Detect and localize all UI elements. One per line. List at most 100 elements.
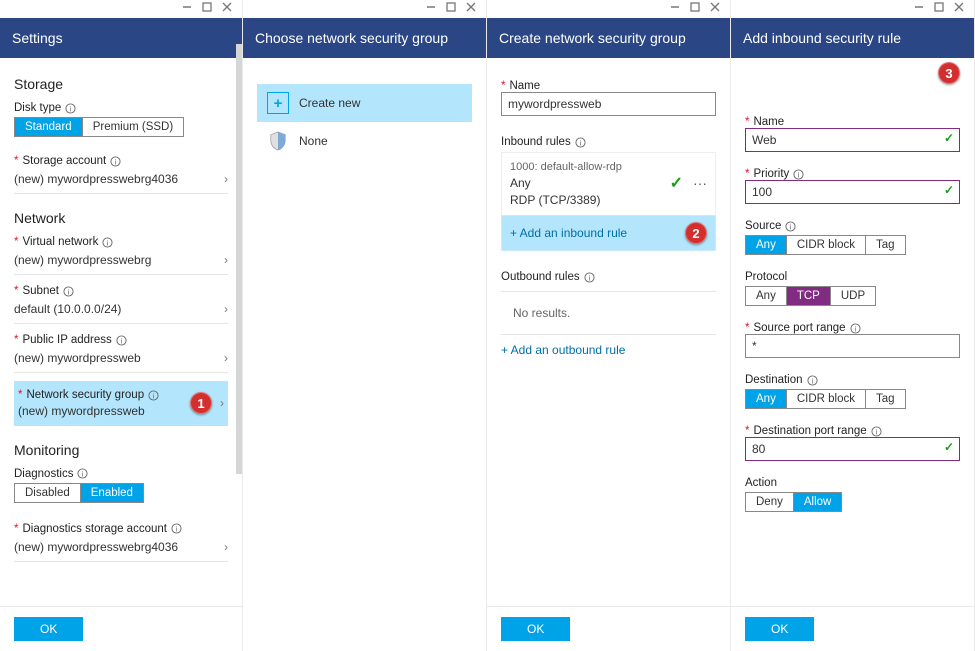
svg-text:i: i xyxy=(176,525,178,534)
source-any[interactable]: Any xyxy=(746,236,787,254)
action-deny[interactable]: Deny xyxy=(746,493,794,511)
rule-name-label: *Name xyxy=(745,116,960,128)
rule-name-input[interactable] xyxy=(745,128,960,152)
window-controls xyxy=(182,2,232,15)
destination-toggle[interactable]: Any CIDR block Tag xyxy=(745,389,906,409)
chevron-right-icon: › xyxy=(224,540,228,554)
check-icon: ✓ xyxy=(670,173,683,193)
action-toggle[interactable]: Deny Allow xyxy=(745,492,842,512)
choose-body: + Create new None xyxy=(243,58,486,651)
ok-button[interactable]: OK xyxy=(14,617,83,641)
more-icon[interactable]: ··· xyxy=(693,175,707,191)
ok-button[interactable]: OK xyxy=(745,617,814,641)
protocol-udp[interactable]: UDP xyxy=(831,287,875,305)
maximize-icon[interactable] xyxy=(934,2,944,15)
disk-type-standard[interactable]: Standard xyxy=(15,118,83,136)
info-icon[interactable]: i xyxy=(584,272,595,283)
info-icon[interactable]: i xyxy=(102,237,113,248)
destination-port-input[interactable] xyxy=(745,437,960,461)
divider xyxy=(501,334,716,335)
storage-header: Storage xyxy=(14,76,228,92)
info-icon[interactable]: i xyxy=(785,221,796,232)
info-icon[interactable]: i xyxy=(575,137,586,148)
svg-text:i: i xyxy=(811,376,813,385)
vnet-row[interactable]: (new) mywordpresswebrg› xyxy=(14,248,228,275)
svg-text:i: i xyxy=(790,222,792,231)
info-icon[interactable]: i xyxy=(148,390,159,401)
no-results: No results. xyxy=(501,300,716,326)
protocol-any[interactable]: Any xyxy=(746,287,787,305)
add-outbound-rule[interactable]: + Add an outbound rule xyxy=(501,343,716,357)
maximize-icon[interactable] xyxy=(446,2,456,15)
info-icon[interactable]: i xyxy=(171,523,182,534)
diag-storage-row[interactable]: (new) mywordpresswebrg4036› xyxy=(14,535,228,562)
close-icon[interactable] xyxy=(710,2,720,15)
svg-text:i: i xyxy=(854,324,856,333)
callout-badge-1: 1 xyxy=(190,392,212,414)
create-new-option[interactable]: + Create new xyxy=(257,84,472,122)
protocol-toggle[interactable]: Any TCP UDP xyxy=(745,286,876,306)
info-icon[interactable]: i xyxy=(77,468,88,479)
info-icon[interactable]: i xyxy=(850,323,861,334)
diagnostics-toggle[interactable]: Disabled Enabled xyxy=(14,483,144,503)
protocol-tcp[interactable]: TCP xyxy=(787,287,831,305)
pip-row[interactable]: (new) mywordpressweb› xyxy=(14,346,228,373)
ok-button[interactable]: OK xyxy=(501,617,570,641)
info-icon[interactable]: i xyxy=(65,103,76,114)
maximize-icon[interactable] xyxy=(202,2,212,15)
destination-cidr[interactable]: CIDR block xyxy=(787,390,866,408)
storage-account-row[interactable]: (new) mywordpresswebrg4036 › xyxy=(14,167,228,194)
diagnostics-enabled[interactable]: Enabled xyxy=(81,484,143,502)
action-allow[interactable]: Allow xyxy=(794,493,841,511)
storage-account-label: *Storage accounti xyxy=(14,155,228,167)
info-icon[interactable]: i xyxy=(63,286,74,297)
priority-input[interactable] xyxy=(745,180,960,204)
info-icon[interactable]: i xyxy=(116,335,127,346)
source-tag[interactable]: Tag xyxy=(866,236,905,254)
svg-text:i: i xyxy=(68,287,70,296)
info-icon[interactable]: i xyxy=(110,156,121,167)
svg-text:i: i xyxy=(120,336,122,345)
svg-text:i: i xyxy=(153,391,155,400)
window-controls xyxy=(426,2,476,15)
add-inbound-rule[interactable]: + Add an inbound rule 2 xyxy=(501,215,716,251)
chevron-right-icon: › xyxy=(224,253,228,267)
close-icon[interactable] xyxy=(222,2,232,15)
source-toggle[interactable]: Any CIDR block Tag xyxy=(745,235,906,255)
chevron-right-icon: › xyxy=(224,302,228,316)
subnet-row[interactable]: default (10.0.0.0/24)› xyxy=(14,297,228,324)
source-port-input[interactable] xyxy=(745,334,960,358)
shield-icon xyxy=(267,130,289,152)
nsg-row[interactable]: *Network security groupi (new) mywordpre… xyxy=(14,381,228,426)
source-cidr[interactable]: CIDR block xyxy=(787,236,866,254)
info-icon[interactable]: i xyxy=(807,375,818,386)
inbound-rule-card[interactable]: 1000: default-allow-rdp Any ✓ ··· RDP (T… xyxy=(501,152,716,215)
scrollbar[interactable] xyxy=(236,44,242,474)
diagnostics-disabled[interactable]: Disabled xyxy=(15,484,81,502)
callout-badge-2: 2 xyxy=(685,222,707,244)
info-icon[interactable]: i xyxy=(871,426,882,437)
close-icon[interactable] xyxy=(466,2,476,15)
disk-type-toggle[interactable]: Standard Premium (SSD) xyxy=(14,117,184,137)
blade-title: Add inbound security rule xyxy=(731,18,974,58)
rule-body: *Name *Priorityi Sourcei Any CIDR block … xyxy=(731,58,974,606)
subnet-label: *Subneti xyxy=(14,285,228,297)
info-icon[interactable]: i xyxy=(793,169,804,180)
maximize-icon[interactable] xyxy=(690,2,700,15)
disk-type-premium[interactable]: Premium (SSD) xyxy=(83,118,184,136)
svg-text:i: i xyxy=(798,170,800,179)
minimize-icon[interactable] xyxy=(914,2,924,15)
destination-tag[interactable]: Tag xyxy=(866,390,905,408)
nsg-name-input[interactable] xyxy=(501,92,716,116)
vnet-label: *Virtual networki xyxy=(14,236,228,248)
close-icon[interactable] xyxy=(954,2,964,15)
svg-text:i: i xyxy=(107,238,109,247)
minimize-icon[interactable] xyxy=(670,2,680,15)
chevron-right-icon: › xyxy=(224,351,228,365)
none-option[interactable]: None xyxy=(257,122,472,160)
window-controls xyxy=(914,2,964,15)
diagnostics-label: Diagnosticsi xyxy=(14,468,228,480)
destination-any[interactable]: Any xyxy=(746,390,787,408)
minimize-icon[interactable] xyxy=(182,2,192,15)
minimize-icon[interactable] xyxy=(426,2,436,15)
